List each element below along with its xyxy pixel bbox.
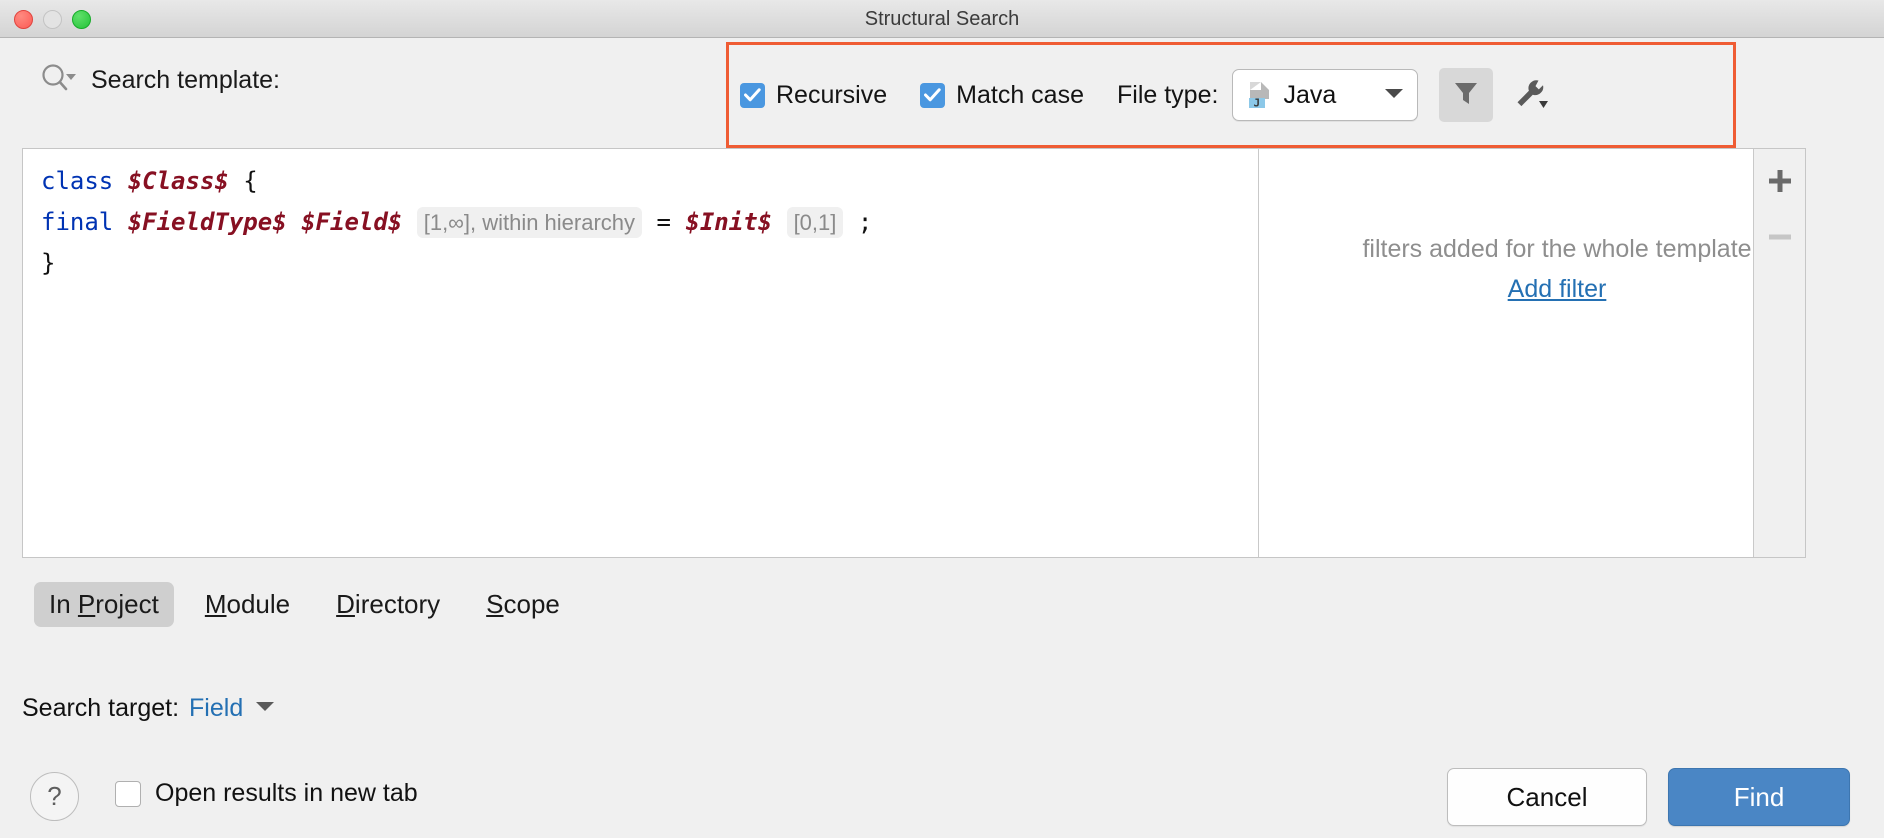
code-token: $FieldType$ [128, 208, 287, 236]
options-wrench-button[interactable] [1505, 68, 1559, 122]
filters-panel: filters added for the whole template Add… [1259, 149, 1805, 557]
search-dropdown-icon[interactable] [40, 63, 78, 98]
structural-search-dialog: Structural Search Search template: [0, 0, 1884, 838]
search-target-row: Search target: Field [22, 694, 277, 723]
open-results-new-tab-label: Open results in new tab [155, 779, 418, 808]
code-line: class $Class$ { [41, 161, 1258, 202]
wrench-dropdown-icon [1514, 77, 1550, 114]
scope-tab-in-project[interactable]: In Project [34, 582, 174, 627]
scope-tabs: In Project Module Directory Scope [34, 582, 591, 627]
filters-empty-state: filters added for the whole template Add… [1277, 235, 1805, 304]
code-token: final [41, 208, 128, 236]
code-token: { [229, 167, 258, 195]
search-template-label: Search template: [91, 66, 280, 95]
search-target-value[interactable]: Field [189, 694, 243, 723]
checkmark-icon [740, 83, 765, 108]
add-filter-link[interactable]: Add filter [1508, 275, 1607, 304]
plus-icon [1765, 166, 1795, 196]
match-case-checkbox[interactable]: Match case [920, 81, 1084, 110]
code-token: = [642, 208, 685, 236]
help-button[interactable]: ? [30, 772, 79, 821]
unchecked-box-icon [115, 781, 141, 807]
cancel-button[interactable]: Cancel [1447, 768, 1647, 826]
svg-text:J: J [1254, 97, 1261, 110]
open-results-new-tab-checkbox[interactable]: Open results in new tab [115, 779, 418, 808]
count-filter-annotation[interactable]: [1,∞], within hierarchy [417, 207, 642, 238]
code-token: $Init$ [685, 208, 772, 236]
search-target-label: Search target: [22, 694, 179, 723]
file-type-label: File type: [1117, 81, 1218, 110]
funnel-icon [1451, 78, 1481, 113]
code-line: final $FieldType$ $Field$ [1,∞], within … [41, 202, 1258, 243]
chevron-down-icon[interactable] [253, 699, 277, 718]
window-title: Structural Search [0, 8, 1884, 31]
count-filter-annotation[interactable]: [0,1] [787, 207, 844, 238]
code-token [402, 208, 416, 236]
code-token: $Class$ [128, 167, 229, 195]
filter-add-remove-toolbar [1753, 149, 1805, 557]
code-token: $Field$ [301, 208, 402, 236]
file-type-dropdown[interactable]: J Java [1232, 69, 1418, 121]
filters-empty-text: filters added for the whole template [1277, 235, 1805, 264]
dialog-footer: ? Open results in new tab Cancel Find [0, 760, 1884, 838]
code-token: ; [843, 208, 872, 236]
match-case-label: Match case [956, 81, 1084, 110]
options-controls: Recursive Match case File type: [740, 56, 1559, 134]
filter-toggle-button[interactable] [1439, 68, 1493, 122]
search-template-code-editor[interactable]: class $Class$ { final $FieldType$ $Field… [23, 149, 1259, 557]
checkmark-icon [920, 83, 945, 108]
code-token: class [41, 167, 128, 195]
scope-tab-scope[interactable]: Scope [471, 582, 575, 627]
code-token [287, 208, 301, 236]
minus-icon [1765, 222, 1795, 252]
search-template-label-group: Search template: [40, 63, 280, 98]
search-options-header: Search template: Recursive Match case [0, 38, 1884, 142]
code-line: } [41, 243, 1258, 284]
recursive-label: Recursive [776, 81, 887, 110]
find-button[interactable]: Find [1668, 768, 1850, 826]
scope-tab-directory[interactable]: Directory [321, 582, 455, 627]
scope-tab-module[interactable]: Module [190, 582, 305, 627]
remove-filter-button[interactable] [1754, 213, 1805, 261]
search-template-editor-area: class $Class$ { final $FieldType$ $Field… [22, 148, 1806, 558]
code-token: } [41, 249, 55, 277]
add-filter-button[interactable] [1754, 157, 1805, 205]
file-type-value: Java [1283, 81, 1373, 110]
chevron-down-icon [1383, 86, 1405, 105]
code-token [772, 208, 786, 236]
recursive-checkbox[interactable]: Recursive [740, 81, 887, 110]
window-titlebar: Structural Search [0, 0, 1884, 38]
java-file-icon: J [1247, 81, 1273, 109]
